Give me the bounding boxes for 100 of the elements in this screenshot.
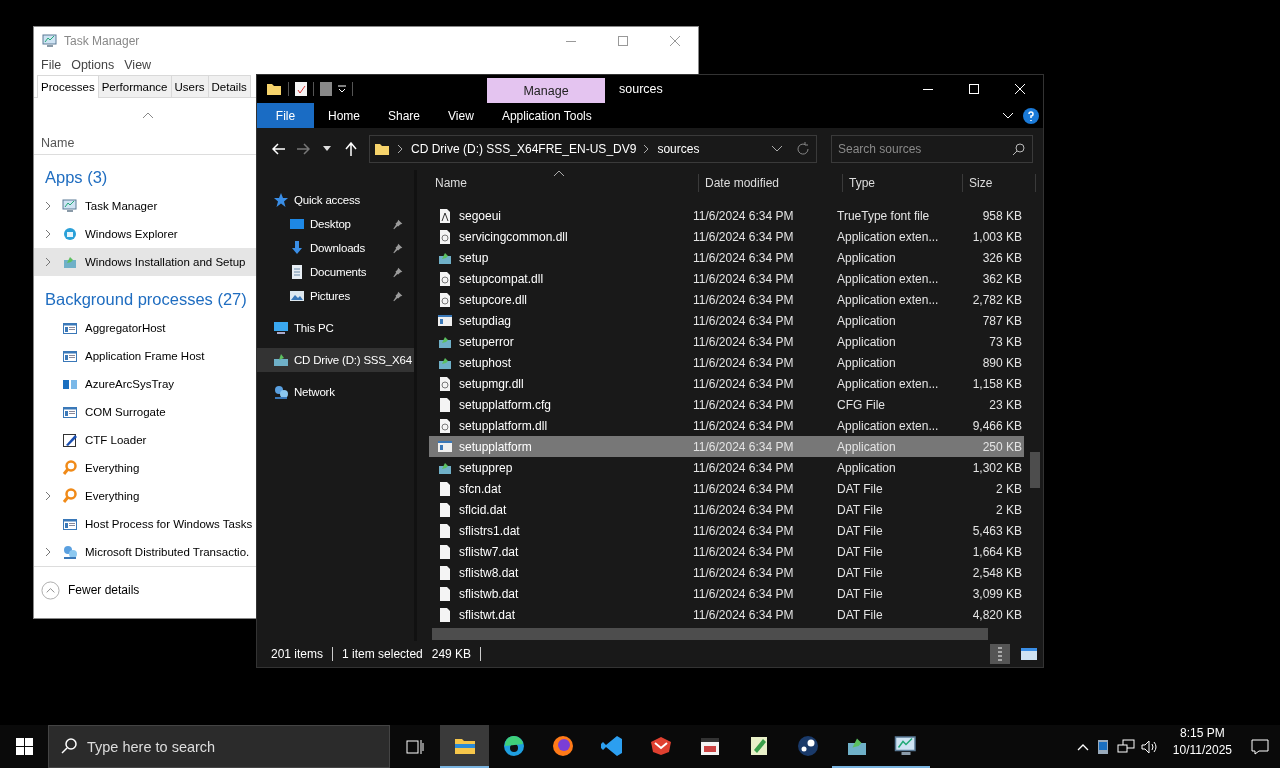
tab[interactable]: Performance — [97, 75, 172, 97]
breadcrumb-item[interactable]: CD Drive (D:) SSS_X64FRE_EN-US_DV9 — [411, 142, 637, 156]
pin-icon[interactable] — [392, 290, 403, 302]
chevron-up-icon[interactable] — [1076, 742, 1089, 751]
file-row[interactable]: setuphost 11/6/2024 6:34 PM Application 890 KB — [429, 352, 1024, 373]
taskbar-app[interactable] — [440, 725, 489, 768]
menu-item[interactable]: File — [36, 58, 67, 72]
sort-caret-icon[interactable] — [554, 170, 564, 176]
nav-icon — [273, 384, 289, 400]
chevron-icon — [644, 145, 650, 153]
column-header[interactable]: Date modified — [699, 174, 843, 192]
process-row[interactable]: AggregatorHost — [34, 314, 257, 342]
file-row[interactable]: setupplatform.cfg 11/6/2024 6:34 PM CFG File 23 KB — [429, 394, 1024, 415]
chevron-icon[interactable] — [45, 229, 51, 239]
start-icon[interactable] — [15, 738, 33, 755]
fewer-details-link[interactable]: Fewer details — [68, 583, 140, 597]
pin-icon[interactable] — [392, 242, 403, 254]
task-view-icon[interactable] — [406, 738, 424, 755]
file-row[interactable]: setupmgr.dll 11/6/2024 6:34 PM Application exten... 1,158 KB — [429, 373, 1024, 394]
chevron-icon[interactable] — [45, 201, 51, 211]
file-row[interactable]: segoeui 11/6/2024 6:34 PM TrueType font file 958 KB — [429, 205, 1024, 226]
file-icon — [437, 270, 453, 287]
volume-icon[interactable] — [1140, 738, 1159, 755]
chevron-icon[interactable] — [45, 257, 51, 267]
file-row[interactable]: sflistwb.dat 11/6/2024 6:34 PM DAT File 3,099 KB — [429, 583, 1024, 604]
process-row[interactable]: Windows Explorer — [34, 220, 257, 248]
nav-item[interactable]: Downloads — [257, 236, 414, 260]
ribbon-tab[interactable]: Share — [374, 103, 435, 128]
column-header[interactable]: Type — [843, 174, 963, 192]
file-row[interactable]: sflistwt.dat 11/6/2024 6:34 PM DAT File 4,820 KB — [429, 604, 1024, 625]
caret-icon[interactable] — [323, 146, 331, 152]
process-row[interactable]: Windows Installation and Setup — [34, 248, 257, 276]
nav-item[interactable]: Documents — [257, 260, 414, 284]
tab[interactable]: Details — [207, 75, 251, 97]
help-icon[interactable] — [1023, 107, 1039, 124]
column-header[interactable]: Size — [963, 174, 1036, 192]
clock[interactable]: 8:15 PM 10/11/2025 — [1164, 725, 1240, 768]
network-icon[interactable] — [1116, 738, 1135, 755]
file-row[interactable]: setuperror 11/6/2024 6:34 PM Application 73 KB — [429, 331, 1024, 352]
breadcrumb-item[interactable]: sources — [657, 142, 700, 156]
file-row[interactable]: sflistw7.dat 11/6/2024 6:34 PM DAT File 1,664 KB — [429, 541, 1024, 562]
address-bar[interactable]: CD Drive (D:) SSS_X64FRE_EN-US_DV9 sources — [369, 135, 817, 163]
menu-item[interactable]: View — [119, 58, 157, 72]
sort-caret-icon[interactable] — [143, 112, 153, 118]
process-row[interactable]: Everything — [34, 454, 257, 482]
selection-count: 1 item selected — [342, 647, 423, 661]
nav-item[interactable]: Desktop — [257, 212, 414, 236]
chevron-icon[interactable] — [45, 491, 51, 501]
tab[interactable]: Users — [170, 75, 209, 97]
monitor-icon — [893, 733, 918, 758]
file-row[interactable]: setupcompat.dll 11/6/2024 6:34 PM Application exten... 362 KB — [429, 268, 1024, 289]
process-row[interactable]: Everything — [34, 482, 257, 510]
file-icon — [437, 438, 453, 455]
file-row[interactable]: sflistrs1.dat 11/6/2024 6:34 PM DAT File 5,463 KB — [429, 520, 1024, 541]
file-row[interactable]: setupprep 11/6/2024 6:34 PM Application 1,302 KB — [429, 457, 1024, 478]
refresh-icon[interactable] — [796, 142, 810, 156]
file-row[interactable]: setupcore.dll 11/6/2024 6:34 PM Application exten... 2,782 KB — [429, 289, 1024, 310]
details-view-icon[interactable] — [990, 644, 1010, 664]
expand-ribbon-icon[interactable] — [1003, 112, 1013, 119]
nav-icon — [289, 264, 305, 280]
file-row[interactable]: setup 11/6/2024 6:34 PM Application 326 KB — [429, 247, 1024, 268]
nav-item[interactable]: Network — [257, 380, 414, 404]
file-menu-button[interactable]: File — [257, 103, 314, 128]
process-row[interactable]: Task Manager — [34, 192, 257, 220]
file-row[interactable]: sflistw8.dat 11/6/2024 6:34 PM DAT File 2,548 KB — [429, 562, 1024, 583]
process-row[interactable]: COM Surrogate — [34, 398, 257, 426]
process-icon — [62, 404, 78, 420]
notifications-icon[interactable] — [1251, 738, 1269, 755]
up-icon[interactable] — [345, 142, 357, 156]
file-row[interactable]: setupplatform 11/6/2024 6:34 PM Application 250 KB — [429, 436, 1024, 457]
nav-item[interactable]: This PC — [257, 316, 414, 340]
process-icon — [62, 516, 78, 532]
file-row[interactable]: setupplatform.dll 11/6/2024 6:34 PM Application exten... 9,466 KB — [429, 415, 1024, 436]
process-row[interactable]: Host Process for Windows Tasks — [34, 510, 257, 538]
back-icon[interactable] — [272, 143, 286, 155]
file-row[interactable]: setupdiag 11/6/2024 6:34 PM Application 787 KB — [429, 310, 1024, 331]
ribbon-tab[interactable]: View — [434, 103, 488, 128]
file-row[interactable]: sfcn.dat 11/6/2024 6:34 PM DAT File 2 KB — [429, 478, 1024, 499]
file-row[interactable]: servicingcommon.dll 11/6/2024 6:34 PM Application exten... 1,003 KB — [429, 226, 1024, 247]
forward-icon[interactable] — [296, 143, 310, 155]
process-row[interactable]: CTF Loader — [34, 426, 257, 454]
pin-icon[interactable] — [392, 266, 403, 278]
search-field[interactable]: Search sources — [831, 135, 1033, 163]
nav-item[interactable]: Pictures — [257, 284, 414, 308]
ribbon-tab[interactable]: Application Tools — [487, 103, 606, 128]
pin-icon[interactable] — [392, 218, 403, 230]
search-field[interactable]: Type here to search — [48, 725, 390, 768]
process-row[interactable]: Microsoft Distributed Transactio. — [34, 538, 257, 566]
nav-item[interactable]: CD Drive (D:) SSS_X64 — [257, 348, 414, 372]
dropdown-icon[interactable] — [772, 146, 782, 152]
column-header[interactable]: Name — [429, 174, 699, 192]
file-row[interactable]: sflcid.dat 11/6/2024 6:34 PM DAT File 2 KB — [429, 499, 1024, 520]
nav-item[interactable]: Quick access — [257, 188, 414, 212]
ribbon-tab[interactable]: Home — [314, 103, 374, 128]
tab[interactable]: Processes — [37, 75, 99, 98]
chevron-icon[interactable] — [45, 547, 51, 557]
process-row[interactable]: AzureArcSysTray — [34, 370, 257, 398]
process-row[interactable]: Application Frame Host — [34, 342, 257, 370]
properties-icon[interactable] — [295, 82, 307, 96]
menu-item[interactable]: Options — [66, 58, 120, 72]
